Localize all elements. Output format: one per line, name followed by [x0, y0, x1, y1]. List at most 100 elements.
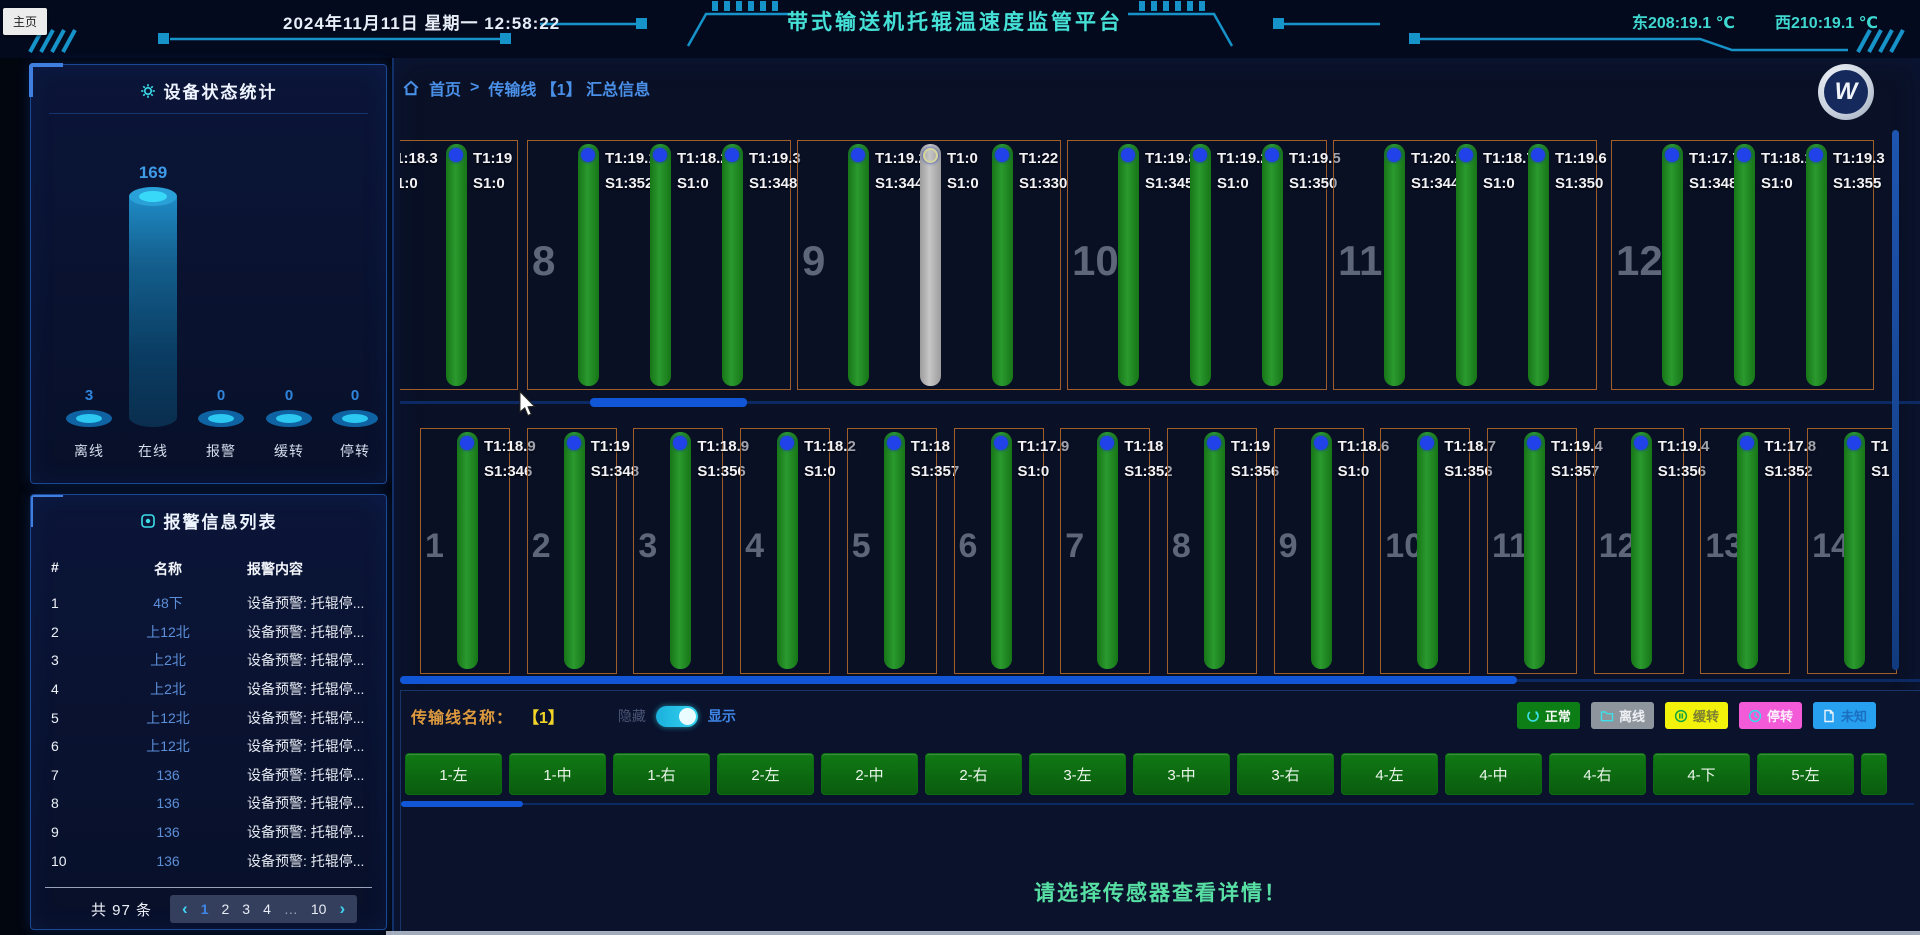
sensor-bar[interactable]: T1:0 S1:0 [920, 144, 941, 386]
sensor-select-button-partial[interactable] [1861, 753, 1887, 795]
scrollbar-thumb[interactable] [590, 398, 747, 407]
sensor-bar[interactable]: T1:19.5 S1:350 [1262, 144, 1283, 386]
page-button[interactable]: 4 [263, 901, 271, 917]
sensor-bar[interactable]: T1:19 S1:0 [446, 144, 467, 386]
sensor-select-button[interactable]: 4-下 [1653, 753, 1750, 795]
sensor-group: 6 T1:17.9 S1:0 [954, 428, 1044, 674]
alarm-table-header: # 名称 报警内容 [31, 559, 386, 579]
sensor-bar[interactable]: T1:19.4 S1:357 [1524, 432, 1545, 669]
sensor-select-button[interactable]: 3-中 [1133, 753, 1230, 795]
table-row[interactable]: 1 48下 设备预警: 托辊停... [51, 589, 376, 618]
sensor-bar[interactable]: T1:19 S1:356 [1204, 432, 1225, 669]
table-row[interactable]: 8 136 设备预警: 托辊停... [51, 789, 376, 818]
sensor-bar[interactable]: T1:18.2 S1:0 [777, 432, 798, 669]
legend-button[interactable]: 离线 [1591, 702, 1654, 729]
horizontal-scrollbar-bottom[interactable] [400, 676, 1920, 686]
sensor-bar[interactable]: T1:18 S1:357 [884, 432, 905, 669]
sensor-bar[interactable]: T1:18 S1:352 [1097, 432, 1118, 669]
sensor-bar[interactable]: T1:17.9 S1:0 [991, 432, 1012, 669]
table-row[interactable]: 10 136 设备预警: 托辊停... [51, 846, 376, 875]
table-row[interactable]: 3 上2北 设备预警: 托辊停... [51, 646, 376, 675]
legend-button[interactable]: 缓转 [1665, 702, 1728, 729]
breadcrumb-home[interactable]: 首页 [429, 76, 461, 100]
home-tab[interactable]: 主页 [3, 8, 47, 35]
sensor-select-button[interactable]: 2-中 [821, 753, 918, 795]
sensor-group: 8 T1:19 S1:356 [1167, 428, 1257, 674]
sensor-bar[interactable]: T1:18.9 S1:356 [670, 432, 691, 669]
temperature-label: T1:19.3 [749, 150, 801, 167]
group-number: 8 [532, 237, 555, 285]
sensor-select-button[interactable]: 2-左 [717, 753, 814, 795]
legend-label: 未知 [1841, 706, 1867, 725]
table-row[interactable]: 9 136 设备预警: 托辊停... [51, 818, 376, 847]
table-row[interactable]: 4 上2北 设备预警: 托辊停... [51, 675, 376, 704]
legend-button[interactable]: 停转 [1739, 702, 1802, 729]
next-page-button[interactable]: › [339, 899, 345, 919]
sensor-bar[interactable]: T1 S1 [1844, 432, 1865, 669]
horizontal-scrollbar-top[interactable] [400, 398, 1920, 408]
sensor-bar[interactable]: T1:19.2 S1:344 [848, 144, 869, 386]
sensor-select-button[interactable]: 3-左 [1029, 753, 1126, 795]
legend-button[interactable]: 未知 [1813, 702, 1876, 729]
sensor-bar[interactable]: T1:18.9 S1:346 [457, 432, 478, 669]
sensor-bar[interactable]: T1:19.4 S1:356 [1631, 432, 1652, 669]
sensor-select-button[interactable]: 1-中 [509, 753, 606, 795]
sensor-bar[interactable]: T1:19.2 S1:0 [1190, 144, 1211, 386]
show-label: 显示 [708, 706, 736, 726]
table-row[interactable]: 2 上12北 设备预警: 托辊停... [51, 618, 376, 647]
sensor-dot [780, 436, 794, 450]
page-button[interactable]: 10 [311, 901, 327, 917]
sensor-bar[interactable]: T1:17.7 S1:348 [1662, 144, 1683, 386]
roller-bar [991, 432, 1012, 669]
legend-label: 正常 [1545, 706, 1571, 725]
table-row[interactable]: 6 上12北 设备预警: 托辊停... [51, 732, 376, 761]
sensor-bar[interactable]: T1:18.1 S1:0 [1734, 144, 1755, 386]
sensor-select-button[interactable]: 4-左 [1341, 753, 1438, 795]
sensor-bar[interactable]: T1:19.1 S1:352 [578, 144, 599, 386]
sensor-bar[interactable]: T1:19 S1:348 [564, 432, 585, 669]
sensor-bar[interactable]: T1:19.8 S1:345 [1118, 144, 1139, 386]
sensor-bar[interactable]: T1:19.3 S1:355 [1806, 144, 1827, 386]
sensor-select-button[interactable]: 1-左 [405, 753, 502, 795]
column-header-index: # [51, 559, 89, 579]
sensor-bar[interactable]: T1:22 S1:330 [992, 144, 1013, 386]
sensor-bar[interactable]: T1:18.2 S1:0 [650, 144, 671, 386]
row-content: 设备预警: 托辊停... [247, 593, 376, 613]
table-row[interactable]: 7 136 设备预警: 托辊停... [51, 761, 376, 790]
sensor-bar[interactable]: T1:18.7 S1:0 [1456, 144, 1477, 386]
stat-column: 0 报警 [189, 121, 253, 461]
vertical-scrollbar[interactable] [1892, 130, 1899, 670]
sensor-bar[interactable]: T1:19.3 S1:348 [722, 144, 743, 386]
sensor-select-button[interactable]: 3-右 [1237, 753, 1334, 795]
sensor-select-button[interactable]: 5-左 [1757, 753, 1854, 795]
sensor-dot [460, 436, 474, 450]
sensor-select-button[interactable]: 4-右 [1549, 753, 1646, 795]
roller-bar [1734, 144, 1755, 386]
select-sensor-hint: 请选择传感器查看详情！ [401, 877, 1920, 907]
sensor-select-button[interactable]: 4-中 [1445, 753, 1542, 795]
sensor-bar[interactable]: T1:18.7 S1:356 [1417, 432, 1438, 669]
sensor-select-button[interactable]: 1-右 [613, 753, 710, 795]
row-index: 5 [51, 710, 89, 726]
device-status-title: 设备状态统计 [164, 78, 278, 103]
speed-label: S1:352 [605, 175, 653, 192]
scrollbar-thumb[interactable] [401, 801, 523, 807]
legend-label: 停转 [1767, 706, 1793, 725]
sensor-bar[interactable]: T1:19.6 S1:350 [1528, 144, 1549, 386]
sensor-bar[interactable]: T1:20.1 S1:344 [1384, 144, 1405, 386]
display-toggle[interactable] [656, 706, 698, 727]
table-row[interactable]: 5 上12北 设备预警: 托辊停... [51, 703, 376, 732]
sensor-select-button[interactable]: 2-右 [925, 753, 1022, 795]
page-button[interactable]: 1 [201, 901, 209, 917]
sensor-dot [581, 148, 595, 162]
page-button[interactable]: 3 [242, 901, 250, 917]
horizontal-scrollbar-buttons[interactable] [401, 801, 1914, 809]
prev-page-button[interactable]: ‹ [182, 899, 188, 919]
legend-button[interactable]: 正常 [1517, 702, 1580, 729]
roller-bar [1204, 432, 1225, 669]
sensor-bar[interactable]: T1:17.8 S1:352 [1737, 432, 1758, 669]
sensor-bar[interactable]: T1:18.6 S1:0 [1311, 432, 1332, 669]
stat-column: 0 缓转 [257, 121, 321, 461]
page-button[interactable]: 2 [222, 901, 230, 917]
scrollbar-thumb[interactable] [400, 676, 1517, 684]
